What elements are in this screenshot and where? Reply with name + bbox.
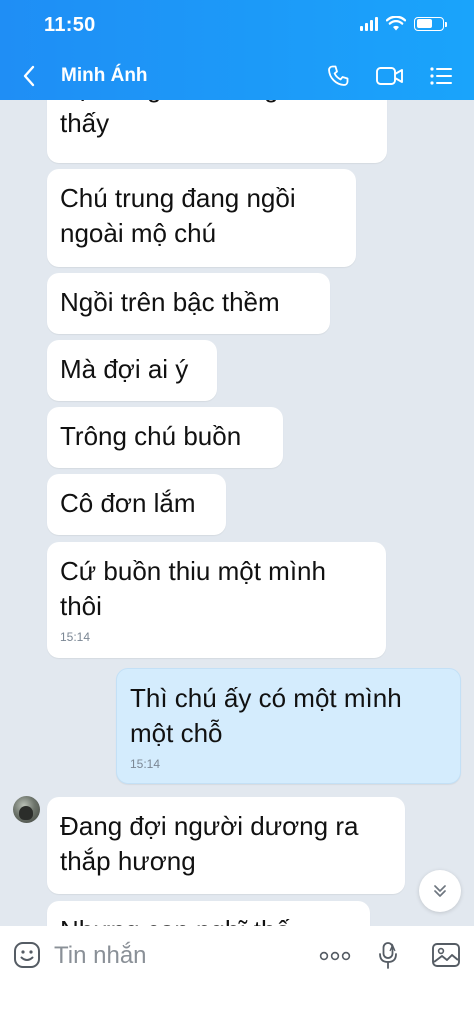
message-text: Đang đợi người dương ra thắp hương (60, 811, 359, 876)
message-bubble[interactable]: Đang đợi người dương ra thắp hương (47, 797, 405, 894)
message-text: Ngồi trên bậc thềm (60, 287, 280, 317)
microphone-icon[interactable] (375, 940, 401, 972)
phone-icon[interactable] (323, 62, 353, 90)
status-icons (360, 16, 447, 31)
message-text: Thì chú ấy có một mình một chỗ (130, 683, 402, 748)
my-message-bubble[interactable]: Thì chú ấy có một mình một chỗ 15:14 (116, 668, 461, 784)
double-chevron-down-icon[interactable] (419, 870, 461, 912)
status-time: 11:50 (44, 14, 96, 36)
message-text: Cứ buồn thiu một mình thôi (60, 556, 326, 621)
contact-name[interactable]: Minh Ánh (61, 65, 148, 87)
message-text: Trông chú buồn (60, 421, 242, 451)
cellular-signal-icon (360, 16, 378, 31)
message-bubble[interactable]: Trông chú buồn (47, 407, 283, 468)
message-bubble[interactable]: Cô đơn lắm (47, 474, 226, 535)
message-bubble[interactable]: Tự dưng con đứng nhìn thấy (47, 100, 387, 163)
message-bubble[interactable]: Chú trung đang ngồi ngoài mộ chú (47, 169, 356, 267)
message-bubble[interactable]: Cứ buồn thiu một mình thôi 15:14 (47, 542, 386, 658)
message-bubble[interactable]: Ngồi trên bậc thềm (47, 273, 330, 334)
message-text: Nhưng con nghĩ thế ... (60, 915, 319, 926)
status-bar: 11:50 (0, 0, 474, 52)
message-timestamp: 15:14 (60, 630, 91, 644)
message-composer: Tin nhắn (0, 926, 474, 1024)
message-timestamp: 15:14 (130, 757, 161, 771)
message-text: Mà đợi ai ý (60, 354, 189, 384)
message-list[interactable]: Tự dưng con đứng nhìn thấy Chú trung đan… (0, 100, 474, 926)
chevron-left-icon[interactable] (22, 62, 44, 90)
nav-bar: Minh Ánh (0, 52, 474, 100)
battery-icon (414, 16, 447, 31)
chat-header: 11:50 Minh Ánh (0, 0, 474, 100)
wifi-icon (386, 16, 406, 31)
image-gallery-icon[interactable] (430, 940, 462, 970)
video-camera-icon[interactable] (373, 62, 407, 90)
message-text: Tự dưng con đứng nhìn thấy (60, 100, 336, 138)
sticker-smile-icon[interactable] (12, 940, 42, 970)
more-dots-icon[interactable] (318, 946, 352, 966)
message-input[interactable]: Tin nhắn (54, 942, 147, 970)
message-bubble[interactable]: Nhưng con nghĩ thế ... (47, 901, 370, 926)
message-text: Chú trung đang ngồi ngoài mộ chú (60, 183, 296, 248)
list-menu-icon[interactable] (426, 62, 456, 90)
contact-avatar[interactable] (13, 796, 40, 823)
message-bubble[interactable]: Mà đợi ai ý (47, 340, 217, 401)
message-text: Cô đơn lắm (60, 488, 196, 518)
